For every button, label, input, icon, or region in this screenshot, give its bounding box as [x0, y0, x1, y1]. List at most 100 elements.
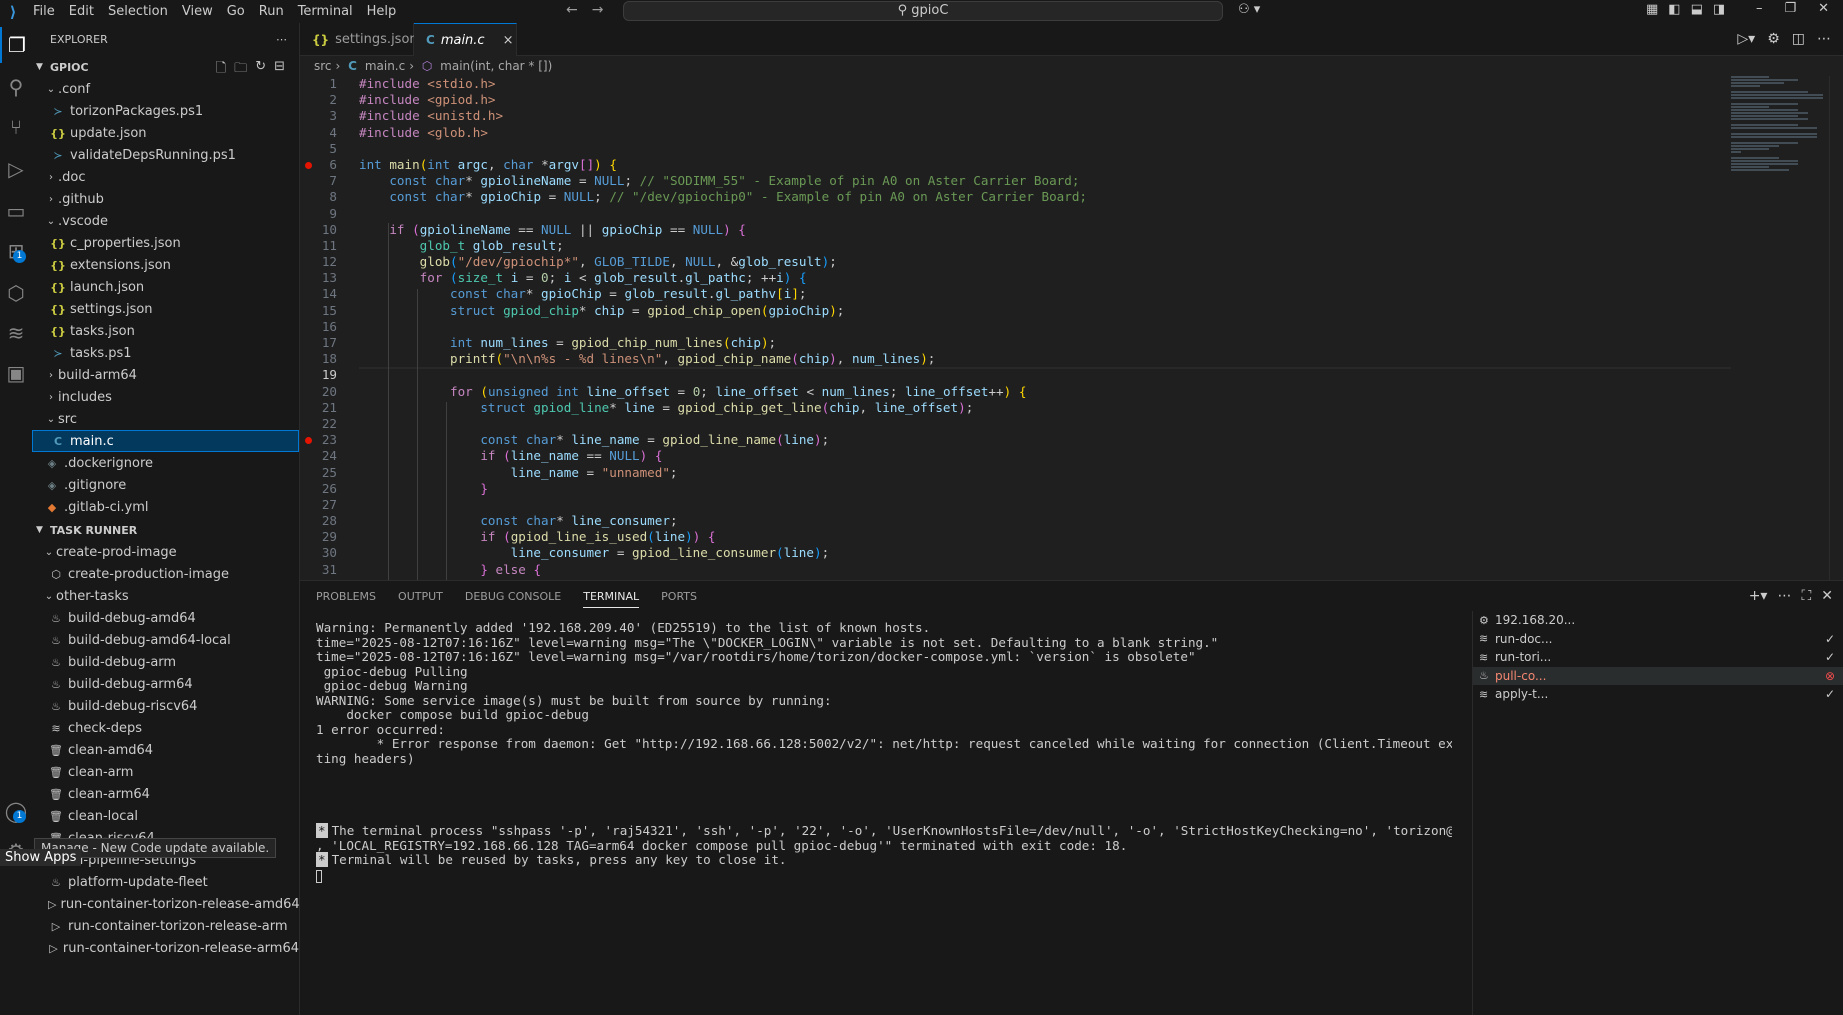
file-tree-item[interactable]: Cmain.c — [32, 430, 299, 452]
file-tree-item[interactable]: › includes — [32, 386, 299, 408]
tree-item-label: clean-amd64 — [68, 742, 154, 758]
show-apps-label[interactable]: Show Apps — [0, 849, 82, 866]
task-item[interactable]: ♨ build-debug-arm — [32, 651, 299, 673]
file-tree-item[interactable]: {} launch.json — [32, 276, 299, 298]
search-icon[interactable]: ⚲ — [0, 69, 32, 105]
task-item[interactable]: ♨ build-debug-riscv64 — [32, 695, 299, 717]
breadcrumb-symbol[interactable]: main(int, char * []) — [440, 59, 552, 73]
layout-customize-icon[interactable]: ▦ — [1646, 2, 1658, 17]
more-actions-icon[interactable]: ⋯ — [276, 33, 287, 46]
task-item[interactable]: 🗑 clean-amd64 — [32, 739, 299, 761]
run-debug-icon[interactable]: ▷ — [0, 151, 32, 187]
run-debug-dropdown-icon[interactable]: ▷▾ — [1737, 31, 1755, 47]
menu-help[interactable]: Help — [360, 1, 404, 23]
terminal-list-item[interactable]: ≋ run-doc... ✓ — [1473, 630, 1843, 649]
file-tree-item[interactable]: {} tasks.json — [32, 320, 299, 342]
file-tree-item[interactable]: ≻ tasks.ps1 — [32, 342, 299, 364]
maximize-panel-icon[interactable]: ⛶ — [1801, 588, 1811, 604]
task-item[interactable]: ▷ run-container-torizon-release-arm — [32, 915, 299, 937]
close-window-icon[interactable]: ✕ — [1818, 1, 1829, 16]
breadcrumb-file[interactable]: main.c — [365, 59, 405, 73]
task-item[interactable]: ⌄ create-prod-image — [32, 541, 299, 563]
menu-file[interactable]: File — [26, 1, 62, 23]
code-editor[interactable]: 1 #include <stdio.h> 2 #include <gpiod.h> 3 #… — [300, 76, 1843, 580]
close-tab-icon[interactable]: × — [503, 33, 514, 48]
file-tree-item[interactable]: › build-arm64 — [32, 364, 299, 386]
file-tree-item[interactable]: {} extensions.json — [32, 254, 299, 276]
new-terminal-icon[interactable]: +▾ — [1749, 588, 1768, 604]
docker-icon[interactable]: ⬡ — [0, 275, 32, 311]
more-actions-icon[interactable]: ⋯ — [1777, 588, 1791, 604]
settings-gear-icon[interactable]: ⚙ — [1767, 31, 1780, 47]
file-tree-item[interactable]: {} c_properties.json — [32, 232, 299, 254]
workspace-header[interactable]: ▼ GPIOC 🗋 🗀 ↻ ⊟ — [32, 56, 299, 78]
task-item[interactable]: ♨ build-debug-arm64 — [32, 673, 299, 695]
extensions-icon[interactable]: ⊞1 — [0, 233, 32, 269]
tab-main-c[interactable]: C main.c × — [414, 23, 517, 56]
task-item[interactable]: ♨ build-debug-amd64 — [32, 607, 299, 629]
task-item[interactable]: ▷ run-container-torizon-release-amd64 — [32, 893, 299, 915]
forward-arrow-icon[interactable]: → — [592, 2, 604, 18]
tab-debug-console[interactable]: DEBUG CONSOLE — [465, 590, 561, 603]
task-item[interactable]: ♨ build-debug-amd64-local — [32, 629, 299, 651]
toggle-panel-icon[interactable]: ⬓ — [1691, 2, 1703, 17]
restore-icon[interactable]: ❐ — [1784, 1, 1796, 16]
file-tree-item[interactable]: ⌄ src — [32, 408, 299, 430]
task-item[interactable]: ≋ check-deps — [32, 717, 299, 739]
tab-ports[interactable]: PORTS — [661, 590, 697, 603]
task-item[interactable]: 🗑 clean-arm64 — [32, 783, 299, 805]
file-tree-item[interactable]: › .doc — [32, 166, 299, 188]
task-item[interactable]: 🗑 clean-arm — [32, 761, 299, 783]
file-tree-item[interactable]: {} update.json — [32, 122, 299, 144]
file-tree-item[interactable]: ⌄ .conf — [32, 78, 299, 100]
accounts-icon[interactable]: ◯1 — [0, 793, 32, 829]
menu-selection[interactable]: Selection — [101, 1, 175, 23]
task-item[interactable]: ⬡ create-production-image — [32, 563, 299, 585]
tab-settings-json[interactable]: {} settings.json — [300, 23, 418, 56]
file-tree-item[interactable]: ◈ .dockerignore — [32, 452, 299, 474]
file-tree-item[interactable]: ◈ .gitignore — [32, 474, 299, 496]
torizon-icon[interactable]: ▣ — [0, 355, 32, 391]
file-tree-item[interactable]: ◆ .gitlab-ci.yml — [32, 496, 299, 518]
minimize-icon[interactable]: – — [1756, 1, 1763, 16]
file-tree-item[interactable]: ≻ torizonPackages.ps1 — [32, 100, 299, 122]
editor-scrollbar[interactable] — [1829, 76, 1843, 580]
terminal-list-item[interactable]: ≋ apply-t... ✓ — [1473, 685, 1843, 704]
split-editor-icon[interactable]: ◫ — [1792, 31, 1805, 47]
explorer-icon[interactable]: ❐ — [0, 27, 32, 63]
terminal-list-item[interactable]: ⚙ 192.168.20... — [1473, 611, 1843, 630]
file-tree-item[interactable]: {} settings.json — [32, 298, 299, 320]
terminal-list-item[interactable]: ≋ run-tori... ✓ — [1473, 648, 1843, 667]
source-control-icon[interactable]: ⑂ — [0, 109, 32, 145]
more-actions-icon[interactable]: ⋯ — [1817, 31, 1831, 47]
tab-terminal[interactable]: TERMINAL — [583, 590, 640, 608]
terminal-line: gpioc-debug Pulling — [316, 663, 468, 679]
remote-explorer-icon[interactable]: ▭ — [0, 193, 32, 229]
file-tree-item[interactable]: ≻ validateDepsRunning.ps1 — [32, 144, 299, 166]
toggle-sidebar-icon[interactable]: ◧ — [1668, 2, 1680, 17]
tab-problems[interactable]: PROBLEMS — [316, 590, 376, 603]
menu-view[interactable]: View — [175, 1, 220, 23]
terminal-output[interactable]: Warning: Permanently added '192.168.209.… — [316, 621, 1452, 1013]
menu-go[interactable]: Go — [220, 1, 252, 23]
menu-run[interactable]: Run — [252, 1, 291, 23]
layers-icon[interactable]: ≋ — [0, 315, 32, 351]
task-item[interactable]: ▷ run-container-torizon-release-arm64 — [32, 937, 299, 959]
task-item[interactable]: 🗑 clean-local — [32, 805, 299, 827]
file-tree-item[interactable]: › .github — [32, 188, 299, 210]
file-tree-item[interactable]: ⌄ .vscode — [32, 210, 299, 232]
command-center-search[interactable]: ⚲ gpioC — [623, 1, 1223, 21]
minimap[interactable] — [1731, 76, 1827, 196]
copilot-icon[interactable]: ⚇ ▾ — [1238, 2, 1260, 17]
back-arrow-icon[interactable]: ← — [566, 2, 578, 18]
toggle-secondary-sidebar-icon[interactable]: ◨ — [1713, 2, 1725, 17]
tab-output[interactable]: OUTPUT — [398, 590, 443, 603]
close-panel-icon[interactable]: ✕ — [1821, 588, 1833, 604]
task-item[interactable]: ♨ platform-update-fleet — [32, 871, 299, 893]
task-runner-header[interactable]: ▼ TASK RUNNER — [32, 519, 299, 541]
task-item[interactable]: ⌄ other-tasks — [32, 585, 299, 607]
breadcrumb-src[interactable]: src — [314, 59, 332, 73]
menu-terminal[interactable]: Terminal — [291, 1, 360, 23]
terminal-list-item[interactable]: ♨ pull-co... ⊗ — [1473, 666, 1843, 685]
menu-edit[interactable]: Edit — [62, 1, 101, 23]
